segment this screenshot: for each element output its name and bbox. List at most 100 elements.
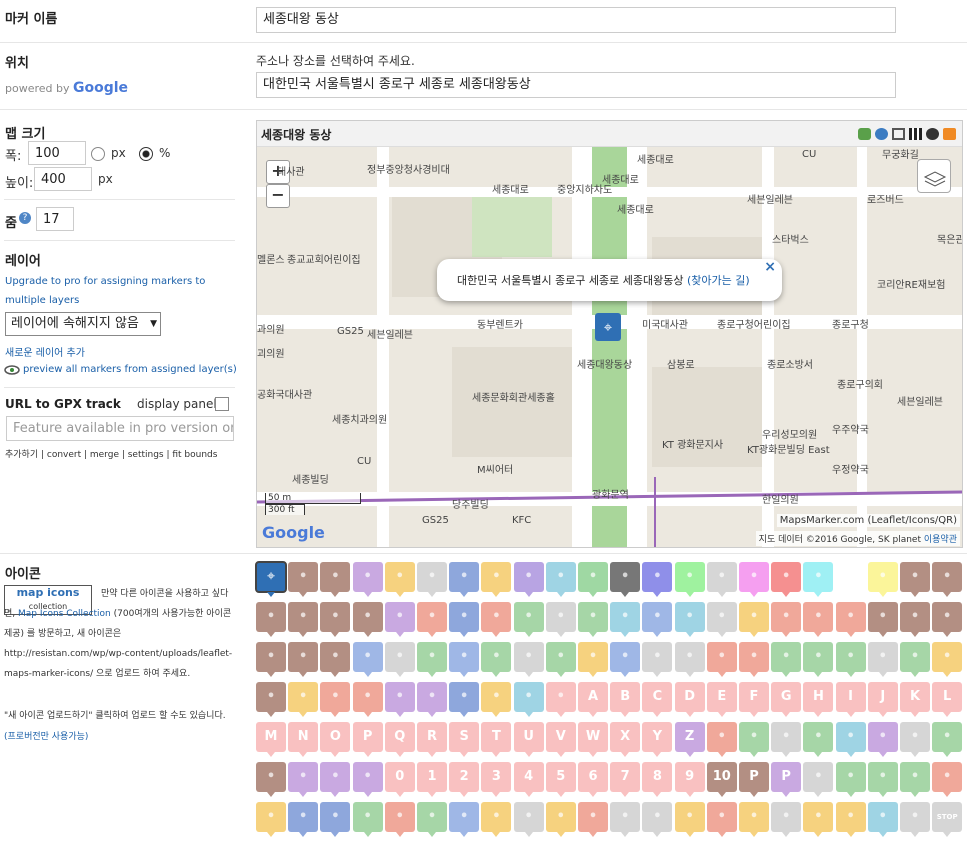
map-icon-option[interactable]: • [320,562,351,597]
map-icon-option[interactable]: • [481,642,512,677]
map-icon-option[interactable]: • [642,602,673,637]
map-icon-option[interactable]: D [674,682,705,717]
popup-directions-link[interactable]: (찾아가는 길) [687,274,750,287]
map-icon-option[interactable]: H [803,682,834,717]
map-icon-option[interactable]: • [803,762,834,797]
map-icon-option[interactable]: • [417,562,447,597]
map-icon-option[interactable]: • [288,682,319,717]
map-icon-option[interactable]: • [513,802,544,837]
map-icon-option[interactable]: K [900,682,930,717]
disc-icon[interactable] [926,128,939,140]
map-icon-option[interactable]: • [545,682,576,717]
map-icon-option[interactable]: • [835,762,866,797]
upgrade-pro-link[interactable]: Upgrade to pro for assigning markers to … [5,272,235,310]
map-icon-option[interactable]: • [417,802,447,837]
map-icon-option[interactable]: • [545,562,576,597]
map-icon-option[interactable]: STOP [932,802,963,837]
map-icon-option[interactable]: • [384,562,415,597]
map-icon-option[interactable]: • [867,722,898,757]
globe-icon[interactable] [875,128,888,140]
map-icon-option[interactable]: • [513,682,544,717]
map-icon-option[interactable]: G [771,682,802,717]
preview-markers-link[interactable]: preview all markers from assigned layer(… [23,364,237,375]
map-icon-option[interactable]: ⌖ [255,561,287,597]
map-icon-option[interactable]: • [578,802,608,837]
map-icon-option[interactable]: B [610,682,641,717]
map-icon-option[interactable]: 6 [578,762,608,797]
map-icon-option[interactable]: X [610,722,641,757]
map-icon-option[interactable]: • [867,802,898,837]
map-icon-option[interactable]: • [642,642,673,677]
map-icon-option[interactable]: • [481,802,512,837]
map-icon-option[interactable]: • [384,602,415,637]
map-panel[interactable]: 세종대왕 동상 + − 세종대로 정부중앙청사경비대 대사관 세종대로 중앙지하차도 CU… [256,120,963,548]
map-icon-option[interactable]: 9 [674,762,705,797]
map-icon-option[interactable]: • [352,762,383,797]
map-icon-option[interactable]: A [578,682,608,717]
map-icon-option[interactable]: • [578,642,608,677]
map-icon-option[interactable]: • [288,602,319,637]
map-icon-option[interactable]: 8 [642,762,673,797]
map-icon-option[interactable]: • [932,642,963,677]
map-icon-option[interactable]: O [320,722,351,757]
map-icon-option[interactable]: • [449,562,480,597]
map-icon-option[interactable]: • [417,602,447,637]
map-icon-option[interactable]: • [352,802,383,837]
map-icon-option[interactable]: • [771,802,802,837]
map-icon-option[interactable]: • [610,602,641,637]
map-icon-option[interactable]: W [578,722,608,757]
map-icon-option[interactable]: • [320,682,351,717]
map-icon-option[interactable]: • [706,722,737,757]
width-input[interactable]: 100 [28,141,86,165]
map-icon-option[interactable]: • [706,802,737,837]
map-icon-option[interactable]: • [384,802,415,837]
help-icon[interactable]: ? [19,212,31,224]
map-icon-option[interactable]: • [256,642,286,677]
rss-icon[interactable] [943,128,956,140]
map-icon-option[interactable]: • [803,722,834,757]
location-input[interactable]: 대한민국 서울특별시 종로구 세종로 세종대왕동상 [256,72,896,98]
map-icon-option[interactable]: • [867,642,898,677]
map-icon-option[interactable]: • [771,562,802,597]
map-icon-option[interactable]: • [706,642,737,677]
map-icon-option[interactable]: • [610,642,641,677]
map-icon-option[interactable]: Z [674,722,705,757]
map-icon-option[interactable]: C [642,682,673,717]
map-icon-option[interactable]: • [706,562,737,597]
map-icon-option[interactable]: • [642,562,673,597]
mapsmarker-attribution[interactable]: MapsMarker.com (Leaflet/Icons/QR) [776,514,960,527]
map-icon-option[interactable]: • [900,602,930,637]
gpx-url-input[interactable]: Feature available in pro version only [6,416,234,441]
map-icon-option[interactable]: • [513,642,544,677]
map-icon-option[interactable]: 1 [417,762,447,797]
display-panel-checkbox[interactable] [215,397,229,411]
map-icon-option[interactable]: • [256,762,286,797]
map-icon-option[interactable]: • [674,562,705,597]
map-icon-option[interactable]: • [674,802,705,837]
map-icon-option[interactable]: • [417,642,447,677]
map-icon-option[interactable]: • [803,642,834,677]
map-icon-option[interactable]: • [513,562,544,597]
map-icon-option[interactable]: • [739,602,769,637]
marker-pin-icon[interactable]: ⌖ [595,313,621,341]
map-icon-option[interactable]: • [481,562,512,597]
map-icon-option[interactable]: • [932,762,963,797]
map-icon-option[interactable]: • [545,602,576,637]
map-icon-option[interactable]: • [320,602,351,637]
map-icon-option[interactable]: • [449,602,480,637]
map-icon-option[interactable]: • [352,682,383,717]
zoom-out-button[interactable]: − [266,184,290,208]
map-icon-option[interactable]: • [352,642,383,677]
popup-close-icon[interactable]: × [764,259,776,275]
map-icon-option[interactable]: • [513,602,544,637]
map-icon-option[interactable]: • [835,802,866,837]
unit-px-radio[interactable] [91,147,105,161]
map-icon-option[interactable]: • [352,602,383,637]
map-icon-option[interactable]: J [867,682,898,717]
map-icon-option[interactable]: • [384,642,415,677]
map-icon-option[interactable]: • [706,602,737,637]
map-icon-option[interactable]: P [352,722,383,757]
map-icon-option[interactable]: • [900,802,930,837]
map-icon-option[interactable]: • [256,682,286,717]
map-icon-option[interactable]: • [481,602,512,637]
